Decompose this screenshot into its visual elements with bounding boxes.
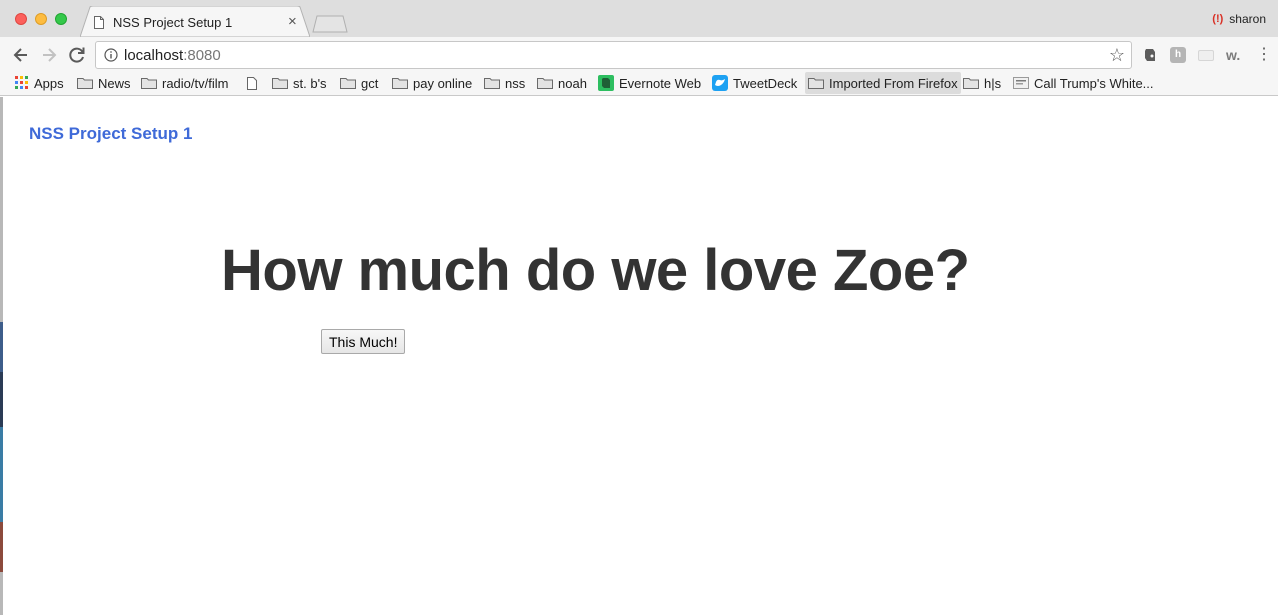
bookmark-tweetdeck[interactable]: TweetDeck [709,72,800,94]
bookmark-label: h|s [984,75,1002,91]
url-port: :8080 [183,47,221,64]
tweetdeck-icon [712,75,728,91]
evernote-icon [598,75,614,91]
bookmark-label: Apps [34,75,64,91]
forward-button[interactable] [39,45,59,65]
profile-name: sharon [1229,12,1266,26]
tab-strip: NSS Project Setup 1 × (!) sharon [0,0,1278,37]
blank-extension-icon[interactable] [1198,50,1214,61]
folder-icon [484,78,500,89]
close-window-button[interactable] [15,13,27,25]
bookmark-folder-gct[interactable]: gct [337,72,381,94]
bookmark-label: Evernote Web [619,75,702,91]
page-headline: How much do we love Zoe? [221,238,970,303]
bookmark-label: Imported From Firefox [829,75,958,91]
page-icon [247,76,257,90]
folder-icon [340,78,356,89]
folder-icon [392,78,408,89]
page-viewport: NSS Project Setup 1 How much do we love … [0,97,1278,615]
zoom-window-button[interactable] [55,13,67,25]
folder-icon [77,78,93,89]
bookmark-label: noah [558,75,587,91]
bookmark-page[interactable] [244,72,265,94]
address-bar[interactable]: localhost:8080 ☆ [95,41,1132,69]
url-host: localhost [124,47,184,64]
bookmark-folder-radio-tv-film[interactable]: radio/tv/film [138,72,231,94]
site-favicon-icon [1013,77,1029,89]
bookmark-label: st. b's [293,75,327,91]
close-tab-icon[interactable]: × [288,14,297,29]
bookmark-apps[interactable]: Apps [12,72,67,94]
reload-button[interactable] [67,45,87,65]
w-extension-icon[interactable]: w. [1226,47,1248,63]
bookmark-label: nss [505,75,526,91]
bookmark-label: News [98,75,131,91]
folder-icon [537,78,553,89]
bookmark-star-icon[interactable]: ☆ [1109,45,1125,65]
evernote-extension-icon[interactable] [1142,47,1158,63]
bookmark-label: TweetDeck [733,75,798,91]
site-info-icon[interactable] [104,48,118,62]
bookmark-evernote-web[interactable]: Evernote Web [595,72,704,94]
bookmark-folder-news[interactable]: News [74,72,134,94]
edge-segment [0,372,3,427]
this-much-button[interactable]: This Much! [321,329,406,354]
tab-active[interactable]: NSS Project Setup 1 × [80,6,310,37]
page-icon [94,16,104,29]
folder-icon [141,78,157,89]
site-title[interactable]: NSS Project Setup 1 [29,124,192,144]
bookmark-label: pay online [413,75,473,91]
edge-segment [0,322,3,372]
apps-grid-icon [15,76,28,89]
bookmark-folder-imported-from-firefox[interactable]: Imported From Firefox [805,72,961,94]
bookmark-folder-st-bs[interactable]: st. b's [269,72,330,94]
edge-segment [0,427,3,522]
bookmark-folder-noah[interactable]: noah [534,72,590,94]
minimize-window-button[interactable] [35,13,47,25]
bookmark-label: radio/tv/film [162,75,229,91]
new-tab-button[interactable] [312,15,348,33]
folder-icon [272,78,288,89]
bookmark-folder-hls[interactable]: h|s [960,72,1004,94]
bookmark-label: gct [361,75,379,91]
tab-title: NSS Project Setup 1 [113,15,233,30]
url-text: localhost:8080 [124,47,221,64]
bookmark-folder-pay-online[interactable]: pay online [389,72,475,94]
folder-icon [808,78,824,89]
bookmarks-bar: Apps News radio/tv/film st. b's gct pay … [0,72,1278,96]
back-button[interactable] [11,45,31,65]
bookmark-call-trumps-white-house[interactable]: Call Trump's White... [1010,72,1157,94]
h-extension-icon[interactable]: h [1170,47,1186,63]
chrome-menu-icon[interactable]: ⋮ [1256,47,1272,63]
edge-segment [0,522,3,572]
profile-button[interactable]: (!) sharon [1212,12,1266,26]
browser-toolbar: localhost:8080 ☆ h w. ⋮ [0,37,1278,72]
bookmark-folder-nss[interactable]: nss [481,72,528,94]
profile-badge-icon: (!) [1212,13,1224,25]
window-edge-strip [0,97,3,615]
folder-icon [963,78,979,89]
bookmark-label: Call Trump's White... [1034,75,1154,91]
